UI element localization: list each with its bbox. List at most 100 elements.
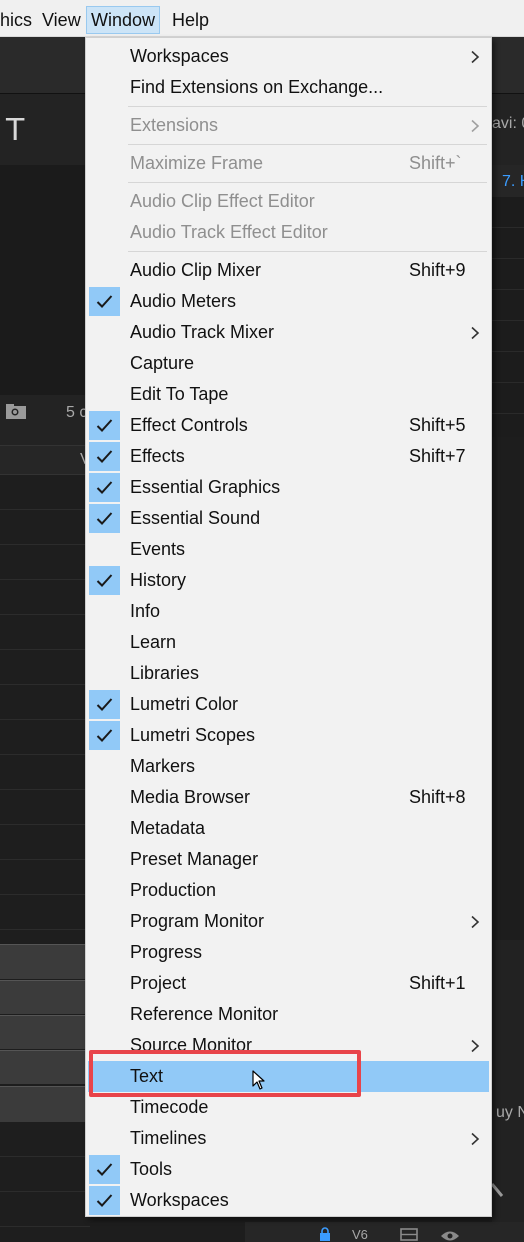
menu-item-audio-track-mixer[interactable]: Audio Track Mixer <box>88 317 489 348</box>
timecode-text: avi: 0 <box>492 115 524 132</box>
menu-item-progress[interactable]: Progress <box>88 937 489 968</box>
submenu-arrow-icon <box>470 1132 480 1146</box>
menu-item-label: Audio Clip Mixer <box>130 260 262 280</box>
menu-item-shortcut: Shift+5 <box>409 415 466 435</box>
track-label: V6 <box>352 1227 368 1242</box>
menu-item-audio-clip-mixer[interactable]: Audio Clip Mixer Shift+9 <box>88 255 489 286</box>
checkmark-icon <box>89 504 120 533</box>
menu-item-label: History <box>130 570 187 590</box>
menu-item-shortcut: Shift+1 <box>409 973 466 993</box>
menu-item-label: Lumetri Color <box>130 694 239 714</box>
selected-clip-4[interactable] <box>0 1050 90 1084</box>
menu-item-production[interactable]: Production <box>88 875 489 906</box>
checkmark-icon <box>89 721 120 750</box>
menu-item-essential-graphics[interactable]: Essential Graphics <box>88 472 489 503</box>
menu-separator <box>128 182 487 183</box>
menu-item-timelines[interactable]: Timelines <box>88 1123 489 1154</box>
menu-item-libraries[interactable]: Libraries <box>88 658 489 689</box>
menu-item-events[interactable]: Events <box>88 534 489 565</box>
menu-item-label: Libraries <box>130 663 200 683</box>
checkmark-icon <box>89 690 120 719</box>
checkmark-icon <box>89 411 120 440</box>
clip-name-text: uy N <box>496 1104 524 1121</box>
submenu-arrow-icon <box>470 915 480 929</box>
menu-item-lumetri-color[interactable]: Lumetri Color <box>88 689 489 720</box>
menu-item-preset-manager[interactable]: Preset Manager <box>88 844 489 875</box>
menu-item-label: Production <box>130 880 217 900</box>
menu-item-program-monitor[interactable]: Program Monitor <box>88 906 489 937</box>
menu-item-label: Find Extensions on Exchange... <box>130 77 384 97</box>
menu-item-find-extensions-on-exchange[interactable]: Find Extensions on Exchange... <box>88 72 489 103</box>
menu-item-label: Capture <box>130 353 195 373</box>
menu-item-label: Preset Manager <box>130 849 259 869</box>
menu-item-media-browser[interactable]: Media Browser Shift+8 <box>88 782 489 813</box>
sequence-tab[interactable]: 7. H <box>502 173 524 191</box>
menu-item-label: Project <box>130 973 187 993</box>
menu-item-label: Essential Graphics <box>130 477 281 497</box>
menu-item-edit-to-tape[interactable]: Edit To Tape <box>88 379 489 410</box>
menu-item-label: Workspaces <box>130 46 229 66</box>
menu-help[interactable]: Help <box>168 6 213 34</box>
eye-icon[interactable] <box>440 1229 460 1242</box>
menu-item-shortcut: Shift+9 <box>409 260 466 280</box>
menu-item-label: Effects <box>130 446 185 466</box>
menu-item-project[interactable]: Project Shift+1 <box>88 968 489 999</box>
menu-item-capture[interactable]: Capture <box>88 348 489 379</box>
menu-item-label: Maximize Frame <box>130 153 264 173</box>
menu-item-extensions: Extensions <box>88 110 489 141</box>
menu-item-shortcut: Shift+` <box>409 153 462 173</box>
menu-item-workspaces[interactable]: Workspaces <box>88 1185 489 1216</box>
menu-item-label: Extensions <box>130 115 219 135</box>
submenu-arrow-icon <box>470 119 480 133</box>
menu-item-learn[interactable]: Learn <box>88 627 489 658</box>
menu-bar: hics View Window Help <box>0 0 524 37</box>
selected-clip-3[interactable] <box>0 1015 90 1049</box>
menu-item-label: Audio Clip Effect Editor <box>130 191 315 211</box>
text-tool-icon[interactable]: T <box>6 113 24 148</box>
checkmark-icon <box>89 442 120 471</box>
mouse-cursor-icon <box>252 1070 266 1095</box>
menu-item-effects[interactable]: Effects Shift+7 <box>88 441 489 472</box>
menu-item-label: Timelines <box>130 1128 207 1148</box>
menu-item-shortcut: Shift+7 <box>409 446 466 466</box>
submenu-arrow-icon <box>470 1039 480 1053</box>
selected-clip-1[interactable] <box>0 944 90 979</box>
menu-item-essential-sound[interactable]: Essential Sound <box>88 503 489 534</box>
menu-item-label: Media Browser <box>130 787 251 807</box>
menu-item-label: Lumetri Scopes <box>130 725 256 745</box>
menu-item-audio-meters[interactable]: Audio Meters <box>88 286 489 317</box>
menu-item-audio-track-effect-editor: Audio Track Effect Editor <box>88 217 489 248</box>
menu-item-info[interactable]: Info <box>88 596 489 627</box>
menu-window[interactable]: Window <box>86 6 161 34</box>
menu-item-effect-controls[interactable]: Effect Controls Shift+5 <box>88 410 489 441</box>
menu-item-lumetri-scopes[interactable]: Lumetri Scopes <box>88 720 489 751</box>
menu-item-label: Learn <box>130 632 177 652</box>
menu-item-metadata[interactable]: Metadata <box>88 813 489 844</box>
scroll-handle[interactable] <box>490 1180 504 1204</box>
menu-view[interactable]: View <box>38 6 85 34</box>
menu-item-label: Markers <box>130 756 196 776</box>
menu-item-label: Workspaces <box>130 1190 229 1210</box>
lock-icon[interactable] <box>319 1227 331 1242</box>
menu-item-workspaces[interactable]: Workspaces <box>88 41 489 72</box>
menu-item-label: Audio Track Effect Editor <box>130 222 328 242</box>
menu-item-markers[interactable]: Markers <box>88 751 489 782</box>
menu-item-label: Program Monitor <box>130 911 265 931</box>
menu-item-tools[interactable]: Tools <box>88 1154 489 1185</box>
menu-separator <box>128 106 487 107</box>
menu-item-label: Audio Track Mixer <box>130 322 275 342</box>
menu-item-history[interactable]: History <box>88 565 489 596</box>
selected-clip-2[interactable] <box>0 980 90 1014</box>
menu-separator <box>128 251 487 252</box>
checkmark-icon <box>89 287 120 316</box>
selected-clip-5[interactable] <box>0 1086 90 1122</box>
menu-graphics[interactable]: hics <box>0 6 36 34</box>
red-highlight-box <box>89 1050 361 1097</box>
folder-search-icon[interactable] <box>5 404 27 425</box>
menu-item-reference-monitor[interactable]: Reference Monitor <box>88 999 489 1030</box>
menu-item-label: Audio Meters <box>130 291 237 311</box>
menu-item-label: Metadata <box>130 818 206 838</box>
menu-separator <box>128 144 487 145</box>
list-header <box>0 445 90 475</box>
film-icon[interactable] <box>400 1228 418 1242</box>
